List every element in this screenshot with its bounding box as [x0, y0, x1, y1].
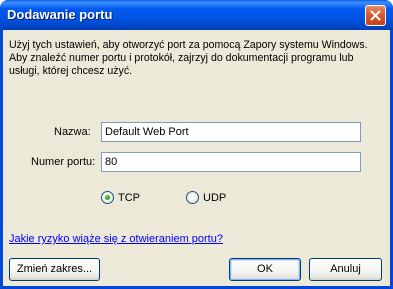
- port-number-label: Numer portu:: [31, 156, 96, 168]
- port-risk-link[interactable]: Jakie ryzyko wiąże się z otwieraniem por…: [9, 233, 223, 245]
- tcp-radio-indicator[interactable]: [101, 191, 114, 204]
- ok-button[interactable]: OK: [229, 258, 301, 281]
- udp-radio-indicator[interactable]: [186, 191, 199, 204]
- window-title: Dodawanie portu: [7, 7, 113, 22]
- port-number-field[interactable]: 80: [101, 152, 361, 172]
- name-field[interactable]: Default Web Port: [101, 122, 361, 142]
- udp-radio-label: UDP: [203, 191, 227, 204]
- close-icon: [370, 10, 381, 21]
- title-bar[interactable]: Dodawanie portu: [0, 0, 393, 30]
- dialog-body: Użyj tych ustawień, aby otworzyć port za…: [3, 30, 390, 286]
- change-scope-button[interactable]: Zmień zakres...: [9, 258, 100, 281]
- close-button[interactable]: [365, 5, 386, 26]
- cancel-button[interactable]: Anuluj: [309, 258, 382, 281]
- tcp-radio[interactable]: TCP: [101, 191, 140, 204]
- add-port-dialog: Dodawanie portu Użyj tych ustawień, aby …: [0, 0, 393, 289]
- tcp-radio-label: TCP: [118, 191, 140, 204]
- udp-radio[interactable]: UDP: [186, 191, 226, 204]
- window-frame-left: [0, 30, 3, 289]
- name-label: Nazwa:: [54, 126, 91, 138]
- dialog-description: Użyj tych ustawień, aby otworzyć port za…: [9, 39, 368, 77]
